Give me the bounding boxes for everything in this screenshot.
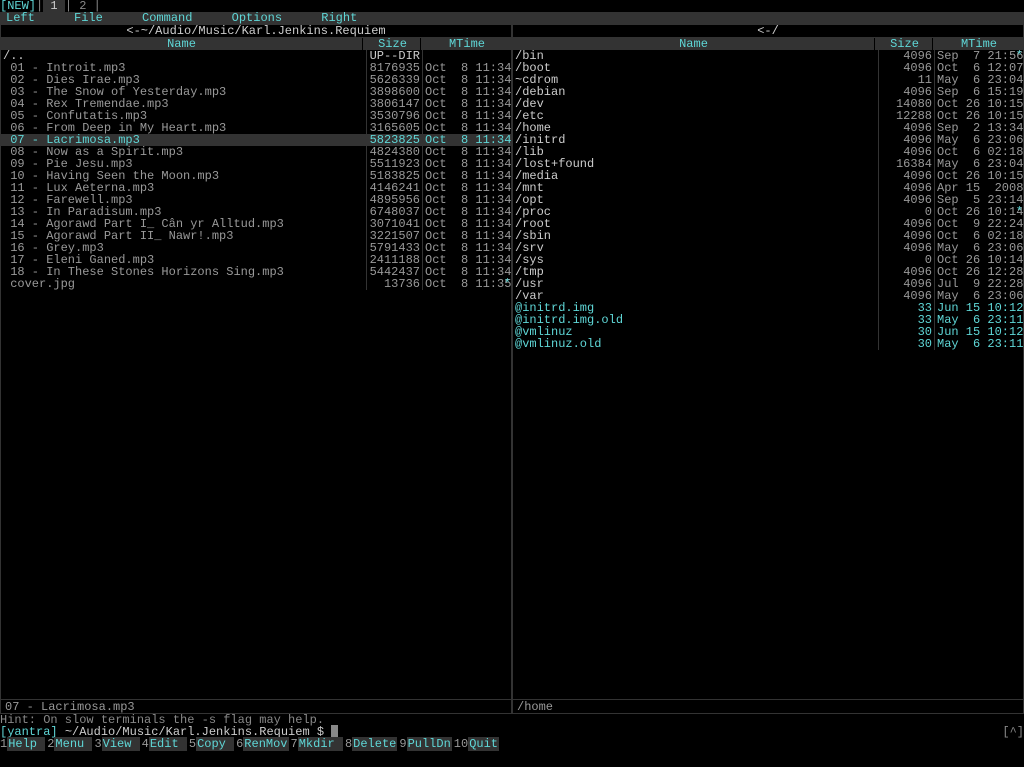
file-size: 30 xyxy=(879,338,935,350)
fkey-num: 4 xyxy=(142,737,149,751)
col-size[interactable]: Size xyxy=(877,38,933,50)
file-name: 05 - Confutatis.mp3 xyxy=(1,110,367,122)
file-name: @initrd.img xyxy=(513,302,879,314)
menu-file[interactable]: File xyxy=(68,11,109,25)
fkey-menu[interactable]: Menu xyxy=(54,737,92,751)
right-headers: Name Size MTime xyxy=(513,37,1023,50)
menu-options[interactable]: Options xyxy=(226,11,288,25)
file-name: /tmp xyxy=(513,266,879,278)
file-name: 16 - Grey.mp3 xyxy=(1,242,367,254)
file-name: /home xyxy=(513,122,879,134)
fkey-delete[interactable]: Delete xyxy=(352,737,397,751)
file-name: 09 - Pie Jesu.mp3 xyxy=(1,158,367,170)
file-row[interactable]: @vmlinuz.old30May 6 23:11 xyxy=(513,338,1023,350)
fkey-num: 10 xyxy=(454,737,468,751)
file-name: 12 - Farewell.mp3 xyxy=(1,194,367,206)
left-file-list[interactable]: /..UP--DIR 01 - Introit.mp38176935Oct 8 … xyxy=(1,50,511,699)
col-name[interactable]: Name xyxy=(1,38,363,50)
col-mtime[interactable]: MTime xyxy=(423,38,511,50)
fkey-num: 7 xyxy=(291,737,298,751)
file-name: /proc* xyxy=(513,206,879,218)
file-name: 02 - Dies Irae.mp3 xyxy=(1,74,367,86)
file-mtime: May 6 23:11 xyxy=(935,338,1023,350)
file-name: /lib xyxy=(513,146,879,158)
fkey-num: 9 xyxy=(399,737,406,751)
file-name: /var xyxy=(513,290,879,302)
fkey-copy[interactable]: Copy xyxy=(196,737,234,751)
fkey-view[interactable]: View xyxy=(102,737,140,751)
file-name: /srv xyxy=(513,242,879,254)
file-name: /media xyxy=(513,170,879,182)
file-name: 07 - Lacrimosa.mp3 xyxy=(1,134,367,146)
fkey-quit[interactable]: Quit xyxy=(468,737,499,751)
file-name: /initrd xyxy=(513,134,879,146)
file-name: cover.jpg* xyxy=(1,278,367,290)
file-name: 11 - Lux Aeterna.mp3 xyxy=(1,182,367,194)
left-headers: Name Size MTime xyxy=(1,37,511,50)
file-name: /sbin xyxy=(513,230,879,242)
fkey-num: 3 xyxy=(94,737,101,751)
right-panel-title: <-/ xyxy=(513,25,1023,37)
right-status: /home xyxy=(513,699,1023,713)
file-name: 03 - The Snow of Yesterday.mp3 xyxy=(1,86,367,98)
file-name: 18 - In These Stones Horizons Sing.mp3 xyxy=(1,266,367,278)
right-file-list[interactable]: /bin*4096Sep 7 21:56/boot4096Oct 6 12:07… xyxy=(513,50,1023,699)
file-name: 08 - Now as a Spirit.mp3 xyxy=(1,146,367,158)
file-name: /dev xyxy=(513,98,879,110)
menu-right[interactable]: Right xyxy=(315,11,363,25)
file-name: 10 - Having Seen the Moon.mp3 xyxy=(1,170,367,182)
file-name: /mnt xyxy=(513,182,879,194)
left-panel[interactable]: <-~/Audio/Music/Karl.Jenkins.Requiem Nam… xyxy=(0,24,512,714)
file-name: 17 - Eleni Ganed.mp3 xyxy=(1,254,367,266)
file-name: /opt xyxy=(513,194,879,206)
file-name: 01 - Introit.mp3 xyxy=(1,62,367,74)
fkey-edit[interactable]: Edit xyxy=(149,737,187,751)
file-name: /lost+found xyxy=(513,158,879,170)
file-mtime: Oct 8 11:35 xyxy=(423,278,511,290)
col-name[interactable]: Name xyxy=(513,38,875,50)
fkey-pulldn[interactable]: PullDn xyxy=(407,737,452,751)
left-panel-title: <-~/Audio/Music/Karl.Jenkins.Requiem xyxy=(1,25,511,37)
menu-bar: Left File Command Options Right xyxy=(0,12,1024,24)
fkey-num: 5 xyxy=(189,737,196,751)
file-name: 14 - Agorawd Part I_ Cân yr Alltud.mp3 xyxy=(1,218,367,230)
file-name: @vmlinuz.old xyxy=(513,338,879,350)
file-name: /usr xyxy=(513,278,879,290)
file-name: /bin* xyxy=(513,50,879,62)
file-name: 13 - In Paradisum.mp3 xyxy=(1,206,367,218)
menu-command[interactable]: Command xyxy=(136,11,198,25)
fkey-mkdir[interactable]: Mkdir xyxy=(298,737,343,751)
function-keys: 1Help 2Menu 3View 4Edit 5Copy 6RenMov7Mk… xyxy=(0,738,1024,751)
file-name: @vmlinuz xyxy=(513,326,879,338)
left-status: 07 - Lacrimosa.mp3 xyxy=(1,699,511,713)
fkey-help[interactable]: Help xyxy=(7,737,45,751)
file-name: @initrd.img.old xyxy=(513,314,879,326)
file-name: 15 - Agorawd Part II_ Nawr!.mp3 xyxy=(1,230,367,242)
file-name: 06 - From Deep in My Heart.mp3 xyxy=(1,122,367,134)
col-size[interactable]: Size xyxy=(365,38,421,50)
file-name: /boot xyxy=(513,62,879,74)
file-name: /.. xyxy=(1,50,367,62)
file-name: ~cdrom xyxy=(513,74,879,86)
file-name: /debian xyxy=(513,86,879,98)
right-panel[interactable]: <-/ Name Size MTime /bin*4096Sep 7 21:56… xyxy=(512,24,1024,714)
file-name: 04 - Rex Tremendae.mp3 xyxy=(1,98,367,110)
file-name: /sys xyxy=(513,254,879,266)
fkey-renmov[interactable]: RenMov xyxy=(243,737,288,751)
menu-left[interactable]: Left xyxy=(0,11,41,25)
file-name: /root xyxy=(513,218,879,230)
file-row[interactable]: cover.jpg*13736Oct 8 11:35 xyxy=(1,278,511,290)
col-mtime[interactable]: MTime xyxy=(935,38,1023,50)
file-name: /etc xyxy=(513,110,879,122)
file-size: 13736 xyxy=(367,278,423,290)
